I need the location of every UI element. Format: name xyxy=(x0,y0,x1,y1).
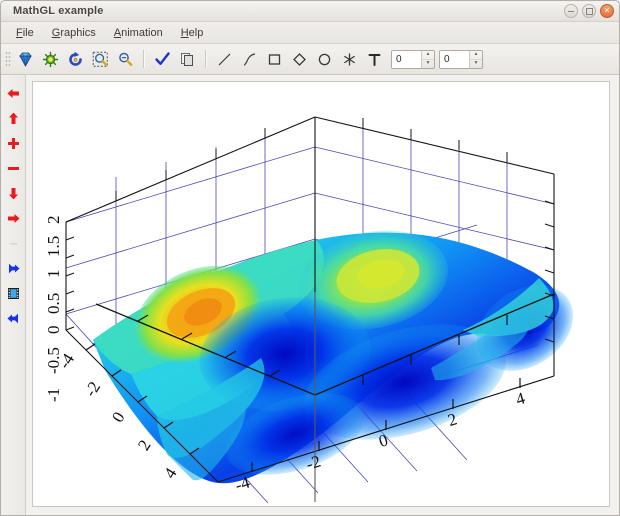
check-mark-icon[interactable] xyxy=(150,47,175,71)
sidebar-separator xyxy=(1,231,25,256)
z-tick-1-5: 1.5 xyxy=(44,236,63,257)
spin-up-icon[interactable]: ▲ xyxy=(422,51,434,60)
ellipse-tool-icon[interactable] xyxy=(312,47,337,71)
arrow-up-icon[interactable] xyxy=(1,106,25,131)
main-area: 2 1.5 1 0.5 0 -0.5 -1 -4 -2 0 2 4 -4 -2 … xyxy=(1,75,619,515)
menu-item-help[interactable]: Help xyxy=(172,25,213,41)
spinbox-left-input[interactable] xyxy=(392,50,421,68)
copy-icon[interactable] xyxy=(175,47,200,71)
window-controls: ✕ xyxy=(564,4,614,18)
rhomb-tool-icon[interactable] xyxy=(287,47,312,71)
arrow-right-blue-icon[interactable] xyxy=(1,256,25,281)
x-tick-4: 4 xyxy=(514,388,528,409)
z-tick-1: 1 xyxy=(44,270,63,279)
spinbox-left-arrows[interactable]: ▲ ▼ xyxy=(421,50,434,68)
mark-tool-icon[interactable] xyxy=(337,47,362,71)
spinbox-left[interactable]: ▲ ▼ xyxy=(391,49,435,69)
menu-help-mnemonic: H xyxy=(180,26,189,39)
menu-item-file[interactable]: File xyxy=(7,25,43,41)
rotate-reset-icon[interactable] xyxy=(63,47,88,71)
arrow-right-icon[interactable] xyxy=(1,206,25,231)
z-tick-2: 2 xyxy=(44,216,63,225)
close-button[interactable]: ✕ xyxy=(600,4,614,18)
line-tool-icon[interactable] xyxy=(212,47,237,71)
menu-help-rest: elp xyxy=(188,26,204,39)
application-window: MathGL example ✕ File Graphics Animation… xyxy=(0,0,620,516)
plus-icon[interactable] xyxy=(1,131,25,156)
spinbox-right[interactable]: ▲ ▼ xyxy=(439,49,483,69)
spin-down-icon[interactable]: ▼ xyxy=(470,60,482,68)
y-tick-neg-2: -2 xyxy=(81,378,105,400)
curve-tool-icon[interactable] xyxy=(237,47,262,71)
left-toolbar xyxy=(1,75,26,515)
menu-file-rest: ile xyxy=(22,26,34,39)
title-bar: MathGL example ✕ xyxy=(1,1,619,22)
surface-mesh xyxy=(93,230,574,484)
y-tick-4: 4 xyxy=(160,464,181,482)
maximize-button[interactable] xyxy=(582,4,596,18)
menu-animation-rest: nimation xyxy=(121,26,163,39)
text-tool-icon[interactable] xyxy=(362,47,387,71)
main-toolbar: ▲ ▼ ▲ ▼ xyxy=(1,44,619,75)
spin-up-icon[interactable]: ▲ xyxy=(470,51,482,60)
toolbar-drag-handle[interactable] xyxy=(5,51,11,67)
zoom-out-icon[interactable] xyxy=(113,47,138,71)
rect-tool-icon[interactable] xyxy=(262,47,287,71)
spinbox-right-arrows[interactable]: ▲ ▼ xyxy=(469,50,482,68)
menu-item-graphics[interactable]: Graphics xyxy=(43,25,105,41)
spin-down-icon[interactable]: ▼ xyxy=(422,60,434,68)
z-tick-neg-1: -1 xyxy=(44,388,63,402)
menu-file-mnemonic: F xyxy=(16,26,23,39)
arrow-down-icon[interactable] xyxy=(1,181,25,206)
z-tick-0: 0 xyxy=(44,326,63,335)
mathgl-canvas[interactable]: 2 1.5 1 0.5 0 -0.5 -1 -4 -2 0 2 4 -4 -2 … xyxy=(32,81,610,507)
plot-canvas-container: 2 1.5 1 0.5 0 -0.5 -1 -4 -2 0 2 4 -4 -2 … xyxy=(26,75,619,515)
surface-plot-3d: 2 1.5 1 0.5 0 -0.5 -1 -4 -2 0 2 4 -4 -2 … xyxy=(44,116,574,504)
toolbar-separator-2 xyxy=(205,50,207,68)
light-bulb-icon[interactable] xyxy=(38,47,63,71)
menu-graphics-rest: raphics xyxy=(60,26,96,39)
arrow-left-blue-icon[interactable] xyxy=(1,306,25,331)
menu-item-animation[interactable]: Animation xyxy=(105,25,172,41)
film-strip-icon[interactable] xyxy=(1,281,25,306)
spinbox-right-input[interactable] xyxy=(440,50,469,68)
toolbar-separator-1 xyxy=(143,50,145,68)
y-tick-2: 2 xyxy=(134,436,155,453)
window-title: MathGL example xyxy=(13,5,104,17)
y-tick-0: 0 xyxy=(108,408,129,425)
menu-bar: File Graphics Animation Help xyxy=(1,22,619,44)
alpha-gem-icon[interactable] xyxy=(13,47,38,71)
minus-icon[interactable] xyxy=(1,156,25,181)
zoom-region-icon[interactable] xyxy=(88,47,113,71)
minimize-button[interactable] xyxy=(564,4,578,18)
z-tick-0-5: 0.5 xyxy=(44,293,63,314)
arrow-left-icon[interactable] xyxy=(1,81,25,106)
